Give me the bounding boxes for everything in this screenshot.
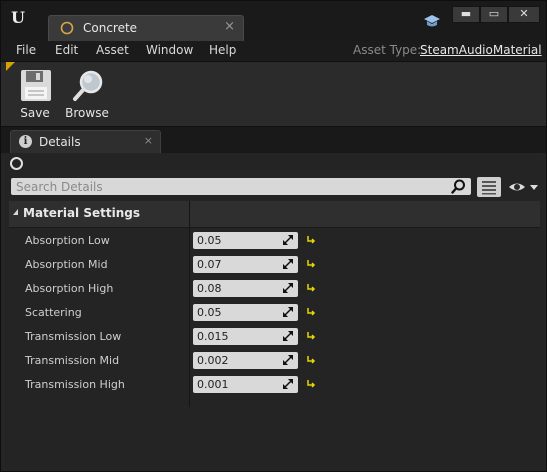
asset-type-link[interactable]: SteamAudioMaterial [420, 43, 542, 57]
magnifier-icon [73, 70, 103, 101]
property-label: Transmission Mid [25, 354, 120, 367]
category-label: Material Settings [23, 206, 140, 220]
reset-arrow-icon[interactable] [307, 307, 316, 316]
browse-button[interactable]: Browse [63, 66, 111, 122]
property-value-field[interactable]: 0.015 [193, 328, 298, 345]
property-value-field[interactable]: 0.05 [193, 232, 298, 249]
tab-details[interactable]: i Details × [10, 130, 161, 153]
property-row-absorption-low: Absorption Low 0.05 [9, 228, 540, 252]
property-value[interactable]: 0.05 [197, 234, 222, 247]
property-value-field[interactable]: 0.07 [193, 256, 298, 273]
property-value-field[interactable]: 0.002 [193, 352, 298, 369]
menu-help[interactable]: Help [209, 43, 236, 57]
property-row-transmission-high: Transmission High 0.001 [9, 372, 540, 396]
title-bar: U Concrete × ▬ ▭ ✕ [1, 1, 546, 41]
property-row-absorption-mid: Absorption Mid 0.07 [9, 252, 540, 276]
property-label: Absorption High [25, 282, 114, 295]
property-label: Absorption Low [25, 234, 110, 247]
search-box [11, 178, 471, 195]
reset-arrow-icon[interactable] [307, 283, 316, 292]
property-value[interactable]: 0.07 [197, 258, 222, 271]
search-input[interactable] [11, 178, 447, 195]
graduation-cap-icon[interactable] [423, 13, 441, 29]
menu-file[interactable]: File [16, 43, 36, 57]
property-value-field[interactable]: 0.08 [193, 280, 298, 297]
collapse-arrow-icon[interactable] [13, 209, 18, 215]
expand-arrows-icon[interactable] [283, 235, 293, 245]
property-label: Transmission Low [25, 330, 122, 343]
lock-selection-icon[interactable] [10, 157, 23, 170]
document-tab-title: Concrete [83, 21, 138, 35]
save-button-label: Save [20, 106, 50, 120]
menu-asset[interactable]: Asset [96, 43, 129, 57]
property-value[interactable]: 0.08 [197, 282, 222, 295]
expand-arrows-icon[interactable] [283, 307, 293, 317]
list-view-icon [482, 181, 496, 195]
menu-window[interactable]: Window [146, 43, 193, 57]
property-value[interactable]: 0.015 [197, 330, 229, 343]
material-sphere-icon [60, 21, 74, 35]
details-panel: Material Settings Absorption Low 0.05 Ab… [5, 153, 543, 466]
unreal-logo-icon[interactable]: U [7, 7, 29, 29]
reset-arrow-icon[interactable] [307, 331, 316, 340]
reset-arrow-icon[interactable] [307, 259, 316, 268]
close-panel-icon[interactable]: × [144, 134, 153, 147]
browse-button-label: Browse [65, 106, 109, 120]
expand-arrows-icon[interactable] [283, 259, 293, 269]
maximize-button[interactable]: ▭ [480, 6, 508, 23]
property-label: Absorption Mid [25, 258, 108, 271]
asset-type-label: Asset Type: [353, 43, 422, 57]
save-button[interactable]: Save [11, 66, 59, 122]
expand-arrows-icon[interactable] [283, 379, 293, 389]
property-value[interactable]: 0.002 [197, 354, 229, 367]
property-row-transmission-low: Transmission Low 0.015 [9, 324, 540, 348]
property-value-field[interactable]: 0.001 [193, 376, 298, 393]
property-row-absorption-high: Absorption High 0.08 [9, 276, 540, 300]
property-label: Transmission High [25, 378, 125, 391]
property-value[interactable]: 0.05 [197, 306, 222, 319]
menu-bar: File Edit Asset Window Help Asset Type: … [1, 41, 546, 62]
minimize-button[interactable]: ▬ [452, 6, 480, 23]
toolbar: Save Browse [1, 62, 546, 127]
info-icon: i [19, 135, 32, 148]
expand-arrows-icon[interactable] [283, 355, 293, 365]
close-tab-icon[interactable]: × [224, 19, 235, 34]
property-value[interactable]: 0.001 [197, 378, 229, 391]
panel-tab-bar: i Details × [1, 127, 546, 153]
property-value-field[interactable]: 0.05 [193, 304, 298, 321]
property-matrix-button[interactable] [477, 177, 501, 197]
expand-arrows-icon[interactable] [283, 283, 293, 293]
view-options-eye-icon[interactable] [508, 179, 540, 195]
floppy-disk-icon [21, 70, 51, 101]
property-row-scattering: Scattering 0.05 [9, 300, 540, 324]
asset-document-tab[interactable]: Concrete × [48, 15, 244, 41]
close-window-button[interactable]: ✕ [508, 6, 540, 23]
property-row-transmission-mid: Transmission Mid 0.002 [9, 348, 540, 372]
category-material-settings[interactable]: Material Settings [9, 201, 540, 228]
details-tab-label: Details [39, 135, 81, 149]
reset-arrow-icon[interactable] [307, 379, 316, 388]
reset-arrow-icon[interactable] [307, 235, 316, 244]
reset-arrow-icon[interactable] [307, 355, 316, 364]
menu-edit[interactable]: Edit [55, 43, 78, 57]
editor-window: U Concrete × ▬ ▭ ✕ File Edit Asset Windo… [0, 0, 547, 472]
property-label: Scattering [25, 306, 82, 319]
expand-arrows-icon[interactable] [283, 331, 293, 341]
search-icon[interactable] [451, 179, 466, 194]
